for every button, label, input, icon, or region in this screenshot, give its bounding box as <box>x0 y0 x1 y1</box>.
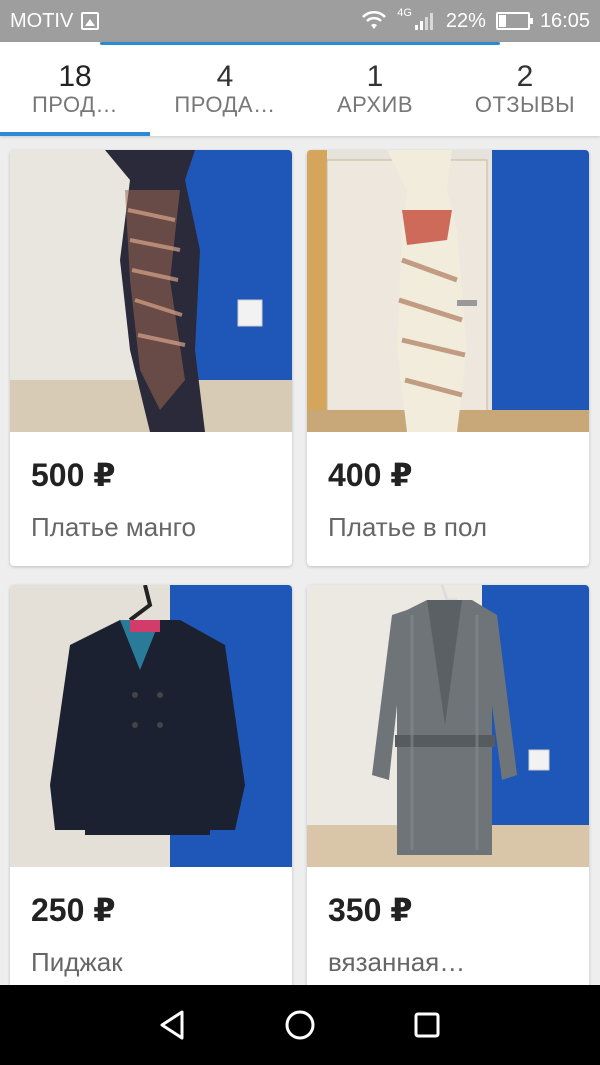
tab-count: 1 <box>366 60 384 93</box>
tab-reviews[interactable]: 2 ОТЗЫВЫ <box>450 42 600 136</box>
listing-card[interactable]: 500 ₽ Платье манго <box>10 150 292 566</box>
back-button[interactable] <box>153 1005 193 1045</box>
tab-count: 18 <box>58 60 92 93</box>
listing-price: 350 ₽ <box>328 892 413 928</box>
listing-title: Платье в пол <box>328 512 488 542</box>
tab-bar: 18 ПРОД… 4 ПРОДА… 1 АРХИВ 2 ОТЗЫВЫ <box>0 42 600 136</box>
listing-price: 500 ₽ <box>31 457 116 493</box>
tab-label: ПРОД… <box>31 92 119 117</box>
tab-active-listings[interactable]: 18 ПРОД… <box>0 42 150 136</box>
listing-card[interactable]: 350 ₽ вязанная… <box>307 585 589 1001</box>
listing-title: вязанная… <box>328 947 466 977</box>
network-type-label: 4G <box>397 7 412 19</box>
listing-title: Платье манго <box>31 512 196 542</box>
recents-icon <box>414 1012 440 1038</box>
carrier-label: MOTIV <box>10 9 74 32</box>
long-dress-photo-icon <box>307 150 589 433</box>
recents-button[interactable] <box>407 1005 447 1045</box>
image-notification-icon <box>81 12 100 30</box>
jacket-photo-icon <box>10 585 292 867</box>
listing-card[interactable]: 250 ₽ Пиджак <box>10 585 292 1001</box>
profile-tabs-header: 18 ПРОД… 4 ПРОДА… 1 АРХИВ 2 ОТЗЫВЫ <box>0 42 600 136</box>
home-icon <box>285 1010 315 1040</box>
tab-sold[interactable]: 4 ПРОДА… <box>150 42 300 136</box>
battery-percent: 22% <box>445 9 486 32</box>
listing-card[interactable]: 400 ₽ Платье в пол <box>307 150 589 566</box>
tab-archive[interactable]: 1 АРХИВ <box>300 42 450 136</box>
listing-price: 250 ₽ <box>31 892 116 928</box>
status-bar: MOTIV 4G 22% 16:05 <box>0 0 600 42</box>
wifi-icon <box>362 11 387 29</box>
tab-count: 4 <box>216 60 234 93</box>
battery-icon <box>495 12 533 30</box>
back-icon <box>160 1010 184 1040</box>
listing-price: 400 ₽ <box>328 457 413 493</box>
tab-count: 2 <box>516 60 534 93</box>
home-button[interactable] <box>280 1005 320 1045</box>
tab-label: ПРОДА… <box>174 92 276 117</box>
tab-label: ОТЗЫВЫ <box>474 92 576 117</box>
tab-label: АРХИВ <box>336 92 414 117</box>
signal-icon <box>414 13 433 30</box>
clock: 16:05 <box>539 9 590 32</box>
navigation-bar <box>0 985 600 1065</box>
listing-title: Пиджак <box>31 947 123 977</box>
cardigan-photo-icon <box>307 585 589 867</box>
dress-photo-icon <box>10 150 292 432</box>
